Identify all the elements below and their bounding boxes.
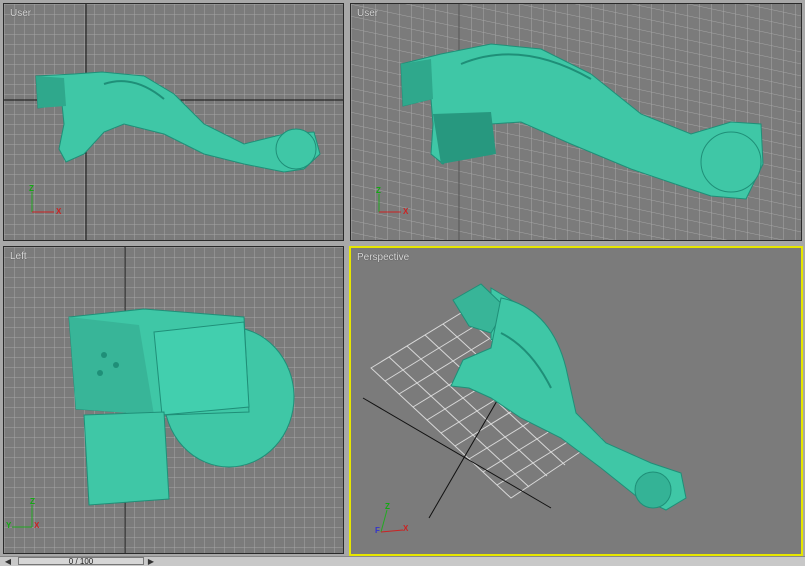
viewport-perspective[interactable]: Perspective Z F X — [349, 246, 803, 556]
axis-label-z: Z — [385, 502, 390, 511]
axis-label-z: Z — [29, 184, 34, 193]
viewport-user-top-left[interactable]: User Z X — [3, 3, 344, 241]
viewport-label[interactable]: Perspective — [357, 252, 409, 263]
viewport-label[interactable]: User — [10, 8, 31, 19]
viewport-grid — [351, 4, 801, 240]
axis-label-z: Z — [30, 497, 35, 506]
viewport-grid — [4, 247, 343, 553]
axis-label-f: F — [375, 526, 380, 535]
axis-label-x: X — [56, 207, 62, 216]
time-slider-thumb[interactable]: 0 / 100 — [18, 557, 144, 566]
viewport-label[interactable]: User — [357, 8, 378, 19]
axis-label-y: Y — [6, 521, 12, 530]
viewport-user-top-right[interactable]: User Z X — [350, 3, 802, 241]
chair-leg-model — [450, 283, 687, 511]
axis-label-x: X — [403, 524, 409, 533]
axis-triad: Z X — [373, 184, 413, 224]
axis-label-z: Z — [376, 186, 381, 195]
axis-label-x: X — [403, 207, 409, 216]
axis-triad: Z X — [26, 184, 66, 224]
viewport-grid — [362, 283, 687, 519]
axis-label-x: X — [34, 521, 40, 530]
viewport-left[interactable]: Left Z Y X — [3, 246, 344, 554]
viewport-label[interactable]: Left — [10, 251, 27, 262]
axis-triad: Z F X — [373, 500, 413, 540]
axis-triad: Z Y X — [6, 495, 46, 535]
